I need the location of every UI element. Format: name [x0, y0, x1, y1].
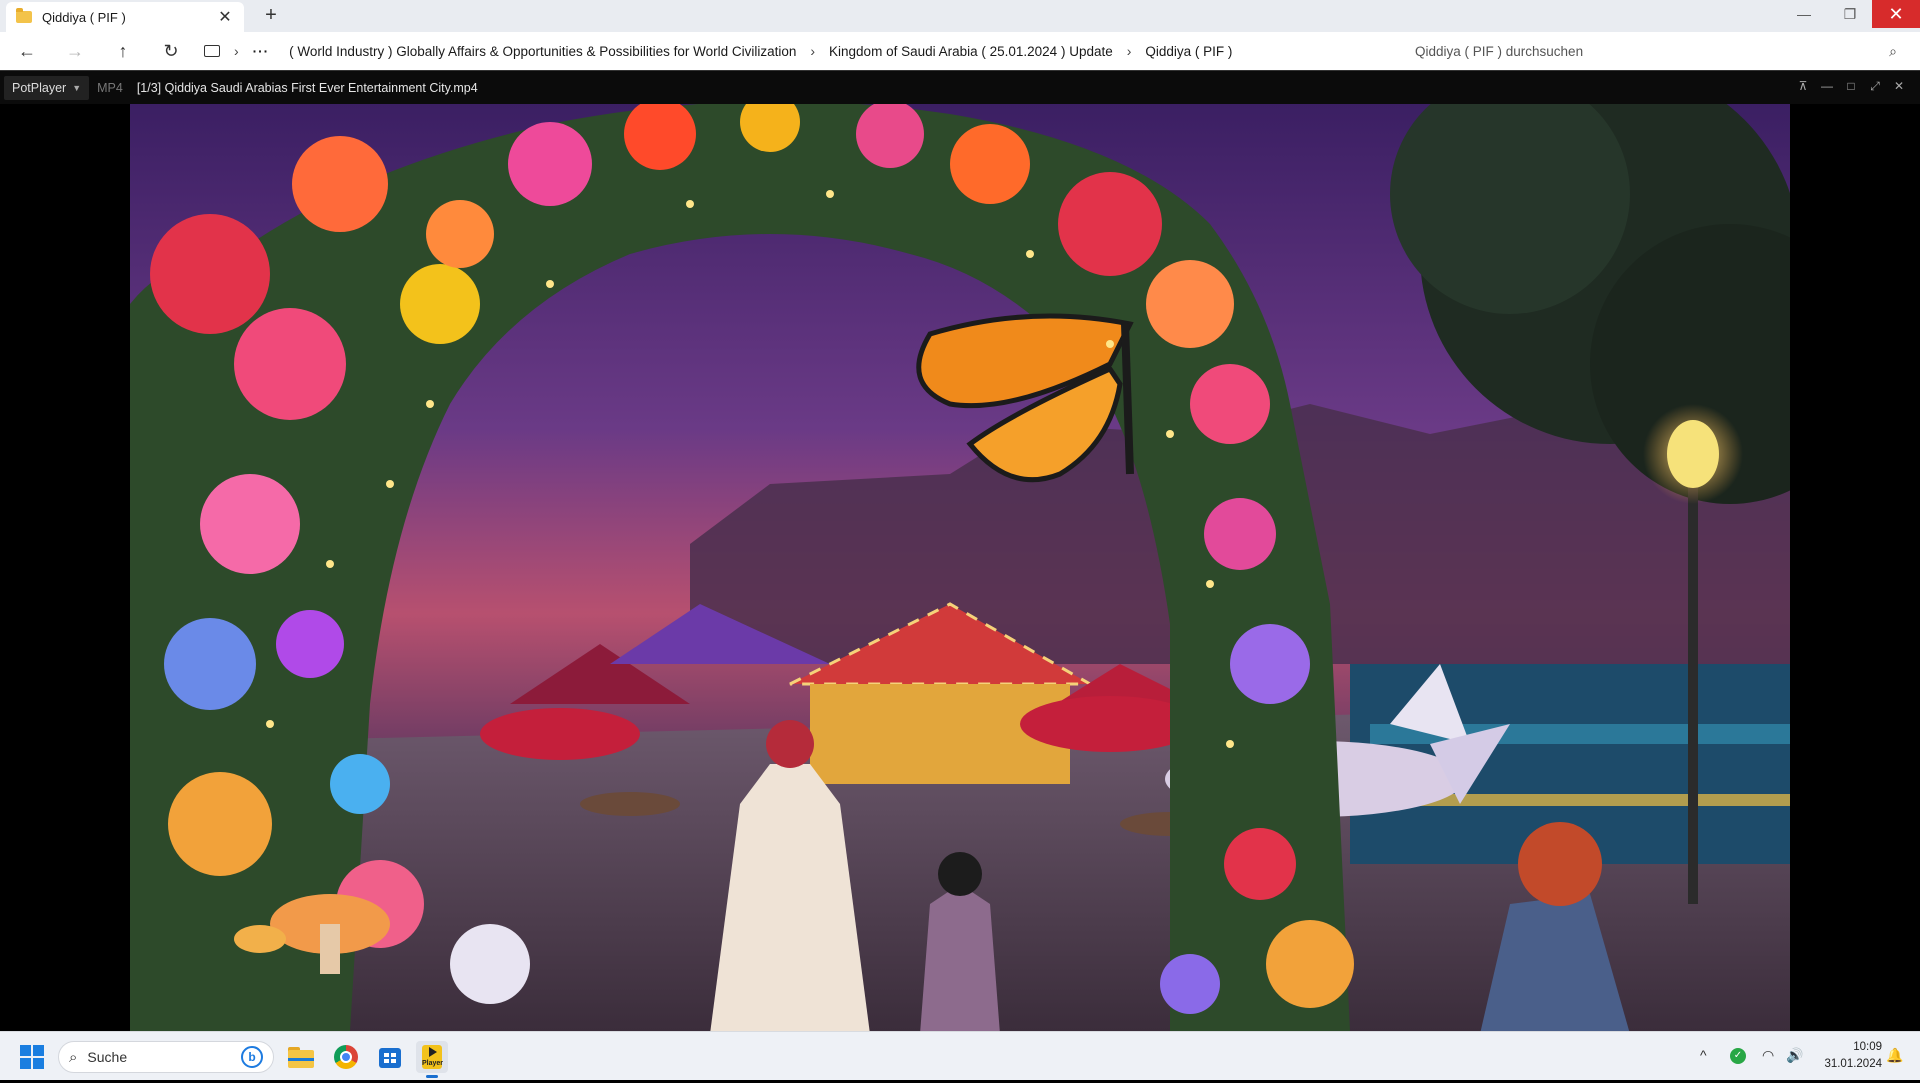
potplayer-menu-button[interactable]: PotPlayer ▼	[4, 75, 90, 100]
file-explorer-taskbar-icon[interactable]	[285, 1041, 317, 1073]
wifi-icon[interactable]: ◠	[1762, 1047, 1774, 1064]
chrome-taskbar-icon[interactable]	[330, 1041, 362, 1073]
address-row: ← → ↑ ↻ › ··· ( World Industry ) Globall…	[0, 32, 1920, 70]
breadcrumb-item-world-industry[interactable]: ( World Industry ) Globally Affairs & Op…	[289, 44, 796, 59]
breadcrumb-item-qiddiya[interactable]: Qiddiya ( PIF )	[1145, 44, 1232, 59]
tab-close-button[interactable]: ✕	[216, 7, 234, 27]
show-hidden-icons-button[interactable]: ^	[1700, 1047, 1707, 1063]
potplayer-menu-label: PotPlayer	[12, 80, 67, 95]
restore-button[interactable]: ❐	[1826, 0, 1874, 28]
security-shield-icon[interactable]: ✓	[1730, 1048, 1746, 1064]
close-window-button[interactable]: ✕	[1872, 0, 1920, 28]
search-input[interactable]: Qiddiya ( PIF ) durchsuchen	[1415, 44, 1889, 59]
search-icon: ⌕	[1889, 42, 1897, 59]
up-button[interactable]: ↑	[110, 40, 136, 62]
video-frame[interactable]	[130, 104, 1790, 1031]
clock-time: 10:09	[1853, 1041, 1882, 1053]
chevron-right-icon[interactable]: ›	[1127, 43, 1132, 59]
tab-qiddiya[interactable]: Qiddiya ( PIF ) ✕	[6, 2, 244, 32]
taskbar-search-box[interactable]: ⌕ Suche b	[58, 1041, 274, 1073]
minimize-button[interactable]: —	[1780, 0, 1828, 28]
player-minimize-button[interactable]: —	[1817, 79, 1837, 93]
windows-taskbar: ⌕ Suche b Player ^ ✓ ◠ 🔊 10:09 31.01.202…	[0, 1031, 1920, 1080]
chevron-right-icon[interactable]: ›	[234, 43, 239, 59]
breadcrumb-item-saudi-arabia[interactable]: Kingdom of Saudi Arabia ( 25.01.2024 ) U…	[829, 44, 1113, 59]
playing-file-title: [1/3] Qiddiya Saudi Arabias First Ever E…	[136, 80, 478, 95]
start-button[interactable]	[20, 1045, 44, 1069]
taskbar-search-label: Suche	[87, 1049, 128, 1065]
bing-icon[interactable]: b	[241, 1046, 263, 1068]
file-format-label: MP4	[97, 80, 123, 95]
folder-search-box[interactable]: Qiddiya ( PIF ) durchsuchen ⌕	[1403, 36, 1909, 66]
search-icon: ⌕	[69, 1048, 78, 1066]
tab-title: Qiddiya ( PIF )	[42, 9, 126, 25]
chevron-right-icon[interactable]: ›	[810, 43, 815, 59]
explorer-tab-bar: Qiddiya ( PIF ) ✕ + — ❐ ✕	[0, 0, 1920, 32]
pin-icon[interactable]: ⊼	[1793, 79, 1813, 93]
refresh-button[interactable]: ↻	[158, 40, 184, 62]
taskbar-clock[interactable]: 10:09 31.01.2024	[1812, 1039, 1882, 1073]
notification-bell-icon[interactable]: 🔔	[1886, 1047, 1903, 1064]
volume-icon[interactable]: 🔊	[1786, 1047, 1803, 1064]
breadcrumb[interactable]: › ··· ( World Industry ) Globally Affair…	[204, 36, 1400, 66]
player-close-button[interactable]: ✕	[1889, 79, 1909, 93]
this-pc-icon[interactable]	[204, 45, 220, 57]
forward-button[interactable]: →	[62, 40, 88, 62]
new-tab-button[interactable]: +	[258, 4, 284, 27]
chevron-down-icon: ▼	[72, 82, 82, 93]
potplayer-title-bar: PotPlayer ▼ MP4 [1/3] Qiddiya Saudi Arab…	[0, 70, 1920, 104]
back-button[interactable]: ←	[14, 40, 40, 62]
folder-icon	[16, 8, 32, 23]
microsoft-store-taskbar-icon[interactable]	[374, 1041, 406, 1073]
potplayer-taskbar-icon[interactable]: Player	[416, 1041, 448, 1078]
player-fullscreen-button[interactable]: ⤢	[1865, 79, 1885, 94]
clock-date: 31.01.2024	[1824, 1058, 1882, 1070]
video-scene-illustration	[130, 104, 1790, 1031]
breadcrumb-more-button[interactable]: ···	[253, 44, 270, 59]
player-maximize-button[interactable]: □	[1841, 79, 1861, 93]
